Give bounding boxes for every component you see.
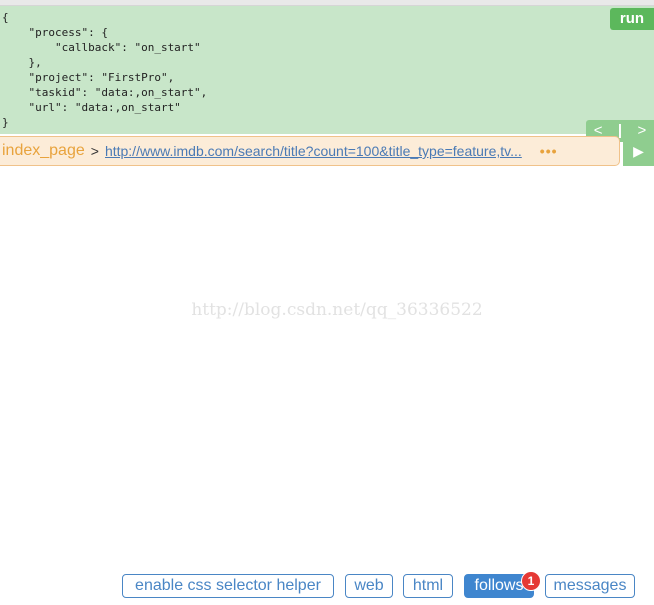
tab-web[interactable]: web — [345, 574, 393, 598]
tab-follows[interactable]: follows 1 — [464, 571, 541, 598]
arrow-icon: > — [90, 143, 99, 159]
more-options-icon[interactable]: ••• — [540, 143, 558, 159]
tab-follows-label: follows — [474, 577, 524, 594]
request-bar[interactable]: index_page > http://www.imdb.com/search/… — [0, 136, 620, 166]
follows-count-badge: 1 — [521, 571, 541, 591]
tab-html[interactable]: html — [403, 574, 453, 598]
tab-messages[interactable]: messages — [545, 574, 635, 598]
play-icon[interactable]: ▶ — [623, 137, 654, 166]
watermark: http://blog.csdn.net/qq_36336522 — [191, 300, 483, 320]
callback-name: index_page — [2, 142, 85, 159]
run-button[interactable]: run — [610, 8, 654, 30]
request-url-link[interactable]: http://www.imdb.com/search/title?count=1… — [105, 143, 522, 159]
css-selector-helper-button[interactable]: enable css selector helper — [122, 574, 334, 598]
task-json-text[interactable]: { "process": { "callback": "on_start" },… — [2, 10, 207, 130]
task-panel: { "process": { "callback": "on_start" },… — [0, 6, 654, 142]
